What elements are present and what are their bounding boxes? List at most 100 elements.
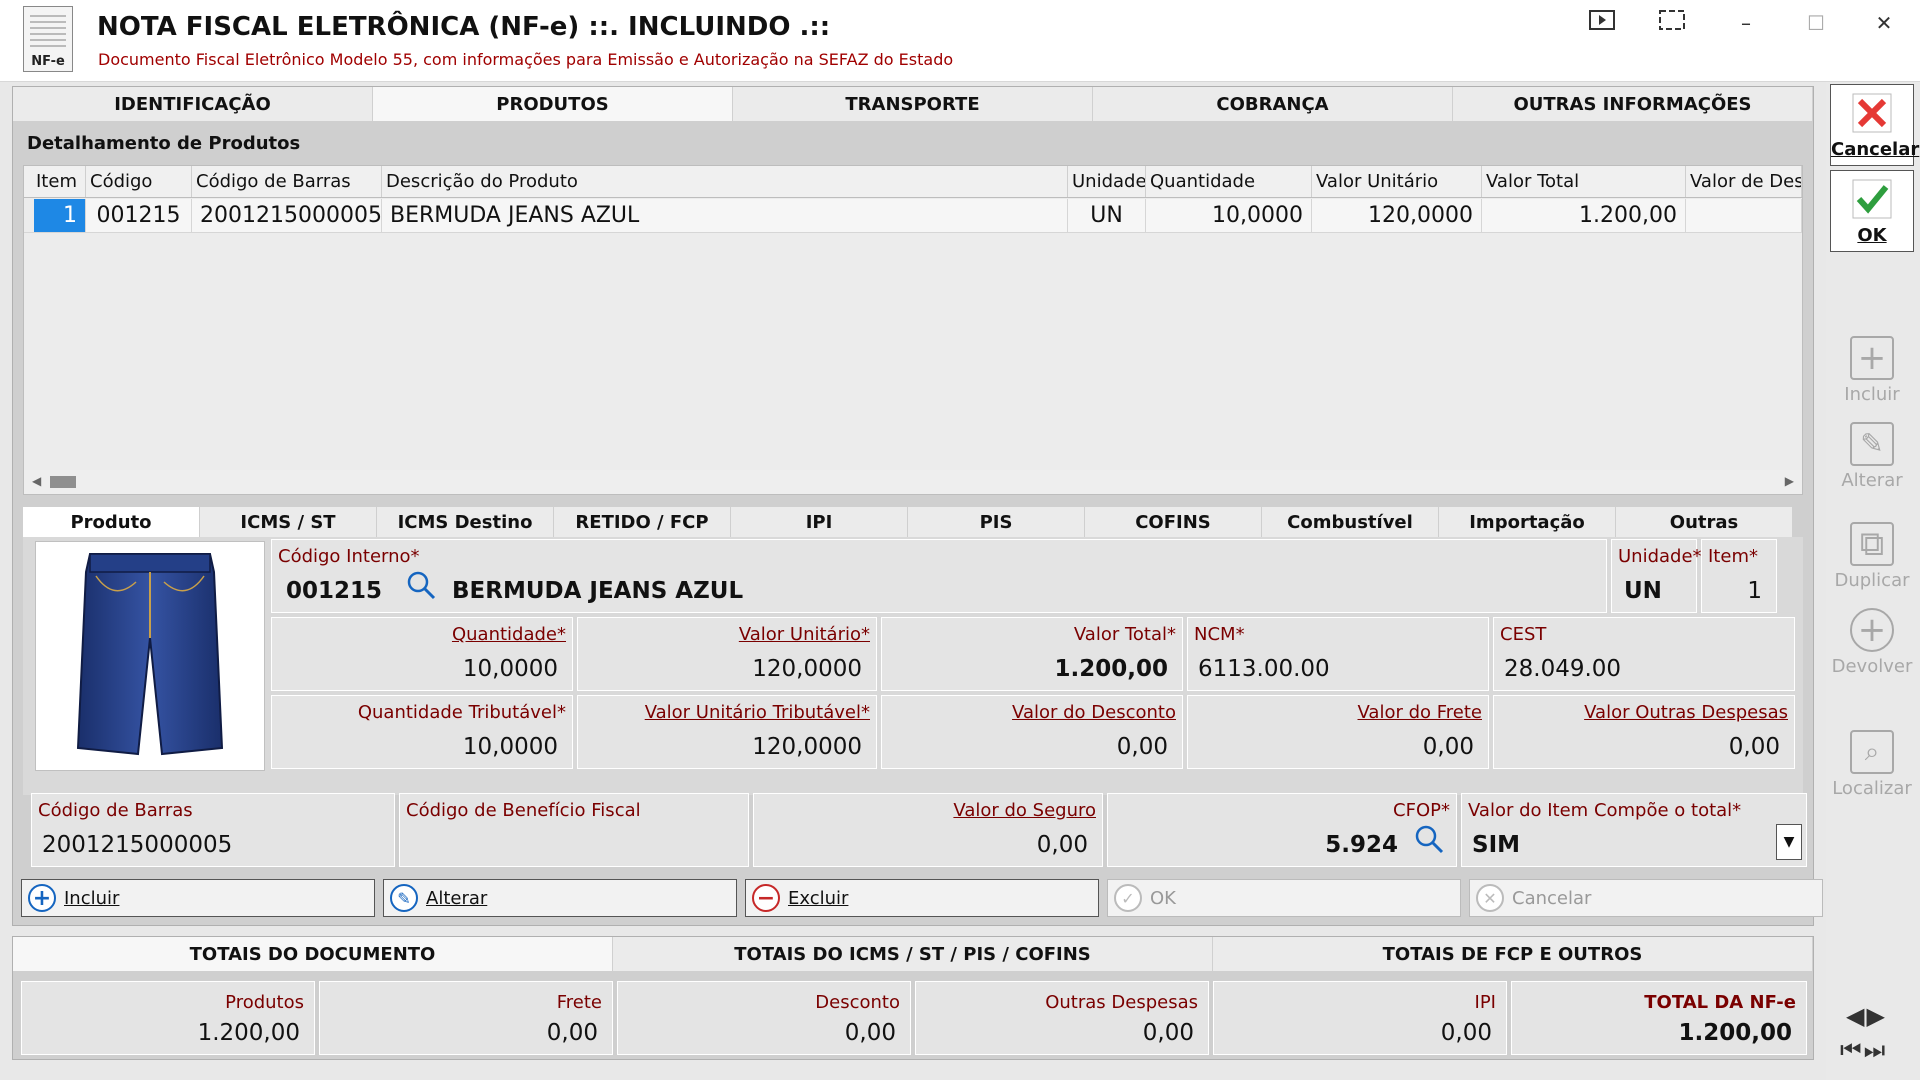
cfop-field[interactable]: CFOP* 5.924 xyxy=(1107,793,1457,867)
subtab-importacao[interactable]: Importação xyxy=(1439,507,1616,537)
search-icon[interactable] xyxy=(406,570,436,604)
cancelar-button[interactable]: Cancelar xyxy=(1830,84,1919,166)
codigo-interno-field[interactable]: Código Interno* 001215 BERMUDA JEANS AZU… xyxy=(271,539,1607,613)
unidade-field[interactable]: Unidade* UN xyxy=(1611,539,1702,613)
col-codigo-barras[interactable]: Código de Barras xyxy=(192,166,382,197)
col-valor-total[interactable]: Valor Total xyxy=(1482,166,1686,197)
play-video-icon[interactable] xyxy=(1582,10,1622,36)
section-title: Detalhamento de Produtos xyxy=(27,133,301,154)
cell-codigo[interactable]: 001215 xyxy=(86,199,192,232)
horizontal-scrollbar[interactable]: ◀ ▶ xyxy=(24,470,1802,494)
col-descricao[interactable]: Descrição do Produto xyxy=(382,166,1068,197)
col-quantidade[interactable]: Quantidade xyxy=(1146,166,1312,197)
valor-frete-value[interactable]: 0,00 xyxy=(1423,734,1474,760)
valor-unitario-tributavel-value[interactable]: 120,0000 xyxy=(752,734,862,760)
cell-codigo-barras[interactable]: 2001215000005 xyxy=(192,199,382,232)
ncm-field[interactable]: NCM* 6113.00.00 xyxy=(1187,617,1489,691)
cell-descricao[interactable]: BERMUDA JEANS AZUL xyxy=(382,199,1068,232)
tab-totais-icms[interactable]: TOTAIS DO ICMS / ST / PIS / COFINS xyxy=(613,937,1213,971)
subtab-produto[interactable]: Produto xyxy=(23,507,200,537)
totals-panel: TOTAIS DO DOCUMENTO TOTAIS DO ICMS / ST … xyxy=(12,936,1814,1060)
scroll-thumb[interactable] xyxy=(50,476,76,488)
tab-cobranca[interactable]: COBRANÇA xyxy=(1093,87,1453,121)
valor-compoe-total-value[interactable]: SIM xyxy=(1472,832,1520,858)
subtab-ipi[interactable]: IPI xyxy=(731,507,908,537)
valor-seguro-value[interactable]: 0,00 xyxy=(1037,832,1088,858)
col-valor-desconto[interactable]: Valor de Des xyxy=(1686,166,1802,197)
first-last-icon[interactable]: ⏮⏭ xyxy=(1840,1036,1887,1064)
tab-totais-fcp[interactable]: TOTAIS DE FCP E OUTROS xyxy=(1213,937,1813,971)
cfop-value[interactable]: 5.924 xyxy=(1325,832,1398,858)
tab-outras-informacoes[interactable]: OUTRAS INFORMAÇÕES xyxy=(1453,87,1813,121)
subtab-pis[interactable]: PIS xyxy=(908,507,1085,537)
valor-seguro-field[interactable]: Valor do Seguro 0,00 xyxy=(753,793,1103,867)
subtab-combustivel[interactable]: Combustível xyxy=(1262,507,1439,537)
tab-produtos[interactable]: PRODUTOS xyxy=(373,87,733,121)
ok-item-button[interactable]: ✓ OK xyxy=(1107,879,1461,917)
valor-desconto-field[interactable]: Valor do Desconto 0,00 xyxy=(881,695,1183,769)
item-value[interactable]: 1 xyxy=(1747,578,1762,604)
cell-item[interactable]: 1 xyxy=(24,199,86,232)
localizar-button[interactable]: ⌕ Localizar xyxy=(1830,730,1914,799)
subtab-icms-destino[interactable]: ICMS Destino xyxy=(377,507,554,537)
col-codigo[interactable]: Código xyxy=(86,166,192,197)
valor-outras-despesas-field[interactable]: Valor Outras Despesas 0,00 xyxy=(1493,695,1795,769)
quantidade-field[interactable]: Quantidade* 10,0000 xyxy=(271,617,573,691)
item-field[interactable]: Item* 1 xyxy=(1701,539,1777,613)
quantidade-value[interactable]: 10,0000 xyxy=(463,656,558,682)
valor-unitario-value[interactable]: 120,0000 xyxy=(752,656,862,682)
valor-frete-field[interactable]: Valor do Frete 0,00 xyxy=(1187,695,1489,769)
incluir-button[interactable]: + Incluir xyxy=(1830,336,1914,405)
cell-quantidade[interactable]: 10,0000 xyxy=(1146,199,1312,232)
cfop-search-icon[interactable] xyxy=(1414,824,1444,858)
codigo-barras-field[interactable]: Código de Barras 2001215000005 xyxy=(31,793,395,867)
alterar-button[interactable]: ✎ Alterar xyxy=(1830,422,1914,491)
close-icon[interactable]: ✕ xyxy=(1864,10,1904,36)
ok-button[interactable]: OK xyxy=(1830,170,1914,252)
subtab-icms-st[interactable]: ICMS / ST xyxy=(200,507,377,537)
codigo-beneficio-fiscal-field[interactable]: Código de Benefício Fiscal xyxy=(399,793,749,867)
scroll-right-icon[interactable]: ▶ xyxy=(1785,474,1794,488)
col-item[interactable]: Item xyxy=(24,166,86,197)
tab-totais-documento[interactable]: TOTAIS DO DOCUMENTO xyxy=(13,937,613,971)
valor-unitario-field[interactable]: Valor Unitário* 120,0000 xyxy=(577,617,877,691)
codigo-interno-value[interactable]: 001215 xyxy=(286,578,382,604)
dropdown-arrow-icon[interactable]: ▼ xyxy=(1776,824,1802,860)
quantidade-tributavel-value[interactable]: 10,0000 xyxy=(463,734,558,760)
products-grid[interactable]: Item Código Código de Barras Descrição d… xyxy=(23,165,1803,495)
excluir-item-button[interactable]: − Excluir xyxy=(745,879,1099,917)
col-valor-unitario[interactable]: Valor Unitário xyxy=(1312,166,1482,197)
tab-transporte[interactable]: TRANSPORTE xyxy=(733,87,1093,121)
devolver-button[interactable]: + Devolver xyxy=(1830,608,1914,677)
fullscreen-icon[interactable] xyxy=(1652,10,1692,36)
minimize-icon[interactable]: – xyxy=(1726,10,1766,36)
valor-unitario-tributavel-field[interactable]: Valor Unitário Tributável* 120,0000 xyxy=(577,695,877,769)
subtab-outras[interactable]: Outras xyxy=(1616,507,1793,537)
quantidade-tributavel-field[interactable]: Quantidade Tributável* 10,0000 xyxy=(271,695,573,769)
prev-next-icon[interactable]: ◀▶ xyxy=(1846,1002,1887,1030)
codigo-barras-value[interactable]: 2001215000005 xyxy=(42,832,232,858)
cest-value[interactable]: 28.049.00 xyxy=(1504,656,1621,682)
cancelar-item-button[interactable]: ✕ Cancelar xyxy=(1469,879,1823,917)
tab-identificacao[interactable]: IDENTIFICAÇÃO xyxy=(13,87,373,121)
subtab-cofins[interactable]: COFINS xyxy=(1085,507,1262,537)
cest-field[interactable]: CEST 28.049.00 xyxy=(1493,617,1795,691)
maximize-icon[interactable]: ☐ xyxy=(1796,10,1836,36)
valor-outras-despesas-value[interactable]: 0,00 xyxy=(1729,734,1780,760)
valor-desconto-value[interactable]: 0,00 xyxy=(1117,734,1168,760)
duplicar-button[interactable]: ⧉ Duplicar xyxy=(1830,522,1914,591)
incluir-item-button[interactable]: + Incluir xyxy=(21,879,375,917)
cell-valor-desconto[interactable] xyxy=(1686,199,1802,232)
scroll-left-icon[interactable]: ◀ xyxy=(32,474,41,488)
subtab-retido-fcp[interactable]: RETIDO / FCP xyxy=(554,507,731,537)
ncm-value[interactable]: 6113.00.00 xyxy=(1198,656,1330,682)
cell-unidade[interactable]: UN xyxy=(1068,199,1146,232)
valor-compoe-total-field[interactable]: Valor do Item Compõe o total* SIM ▼ xyxy=(1461,793,1807,867)
cell-valor-unitario[interactable]: 120,0000 xyxy=(1312,199,1482,232)
alterar-item-button[interactable]: ✎ Alterar xyxy=(383,879,737,917)
total-frete-value: 0,00 xyxy=(546,1020,598,1046)
unidade-value[interactable]: UN xyxy=(1624,578,1662,604)
table-row[interactable]: 1 001215 2001215000005 BERMUDA JEANS AZU… xyxy=(24,199,1802,233)
cell-valor-total[interactable]: 1.200,00 xyxy=(1482,199,1686,232)
col-unidade[interactable]: Unidade xyxy=(1068,166,1146,197)
